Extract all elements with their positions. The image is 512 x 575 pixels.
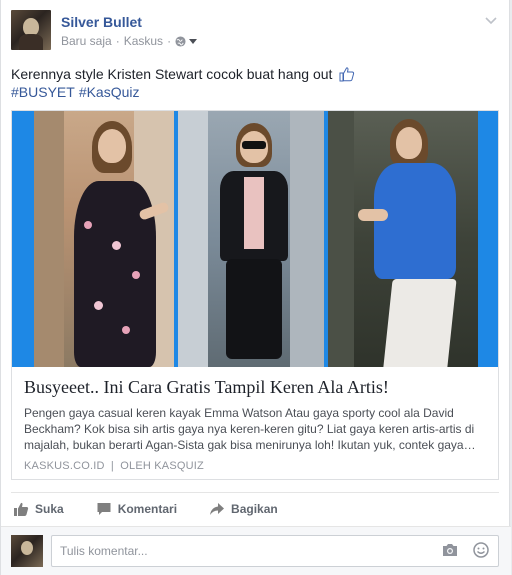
comment-input[interactable] — [51, 535, 499, 567]
share-button[interactable]: Bagikan — [207, 501, 278, 517]
camera-icon[interactable] — [442, 543, 458, 560]
thumbs-up-icon — [339, 66, 355, 86]
post-header: Silver Bullet Baru saja · Kaskus · — [11, 10, 501, 52]
commenter-avatar[interactable] — [11, 535, 43, 567]
link-domain: KASKUS.CO.ID — [24, 460, 105, 472]
link-source: KASKUS.CO.ID | OLEH KASQUIZ — [24, 460, 204, 472]
status-text: Kerennya style Kristen Stewart cocok bua… — [11, 66, 333, 82]
hashtag-busyet[interactable]: #BUSYET — [11, 84, 75, 100]
author-name[interactable]: Silver Bullet — [61, 14, 142, 30]
hashtag-kasquiz[interactable]: #KasQuiz — [79, 84, 140, 100]
smiley-icon[interactable] — [473, 542, 489, 561]
comment-icon — [96, 501, 112, 517]
globe-icon[interactable] — [175, 35, 198, 47]
privacy-caret-icon — [189, 38, 198, 44]
link-author: OLEH KASQUIZ — [120, 460, 204, 472]
like-icon — [13, 501, 29, 517]
share-icon — [209, 501, 225, 517]
meta-separator: · — [115, 34, 120, 48]
post-source[interactable]: Kaskus — [124, 34, 163, 48]
post-meta: Baru saja · Kaskus · — [61, 34, 198, 48]
comment-label: Komentari — [117, 501, 178, 516]
link-preview-card[interactable]: Busyeeet.. Ini Cara Gratis Tampil Keren … — [11, 110, 499, 480]
comment-bar — [1, 526, 511, 575]
photo-panel-1 — [34, 111, 174, 367]
hashtags: #BUSYET #KasQuiz — [11, 83, 144, 101]
chevron-down-icon[interactable] — [483, 12, 499, 28]
author-avatar[interactable] — [11, 10, 51, 50]
photo-panel-3 — [328, 111, 478, 367]
comment-button[interactable]: Komentari — [94, 501, 177, 517]
like-label: Suka — [35, 501, 64, 516]
link-title[interactable]: Busyeeet.. Ini Cara Gratis Tampil Keren … — [24, 375, 489, 399]
link-source-divider: | — [110, 460, 114, 472]
post-time[interactable]: Baru saja — [61, 34, 112, 48]
link-preview-image[interactable] — [12, 111, 498, 367]
post-actions: Suka Komentari Bagikan — [11, 492, 499, 524]
post-card: Silver Bullet Baru saja · Kaskus · Keren… — [0, 0, 511, 575]
like-button[interactable]: Suka — [11, 501, 64, 517]
link-description: Pengen gaya casual keren kayak Emma Wats… — [24, 406, 476, 452]
meta-separator-2: · — [167, 34, 172, 48]
share-label: Bagikan — [231, 501, 278, 516]
photo-panel-2 — [178, 111, 324, 367]
